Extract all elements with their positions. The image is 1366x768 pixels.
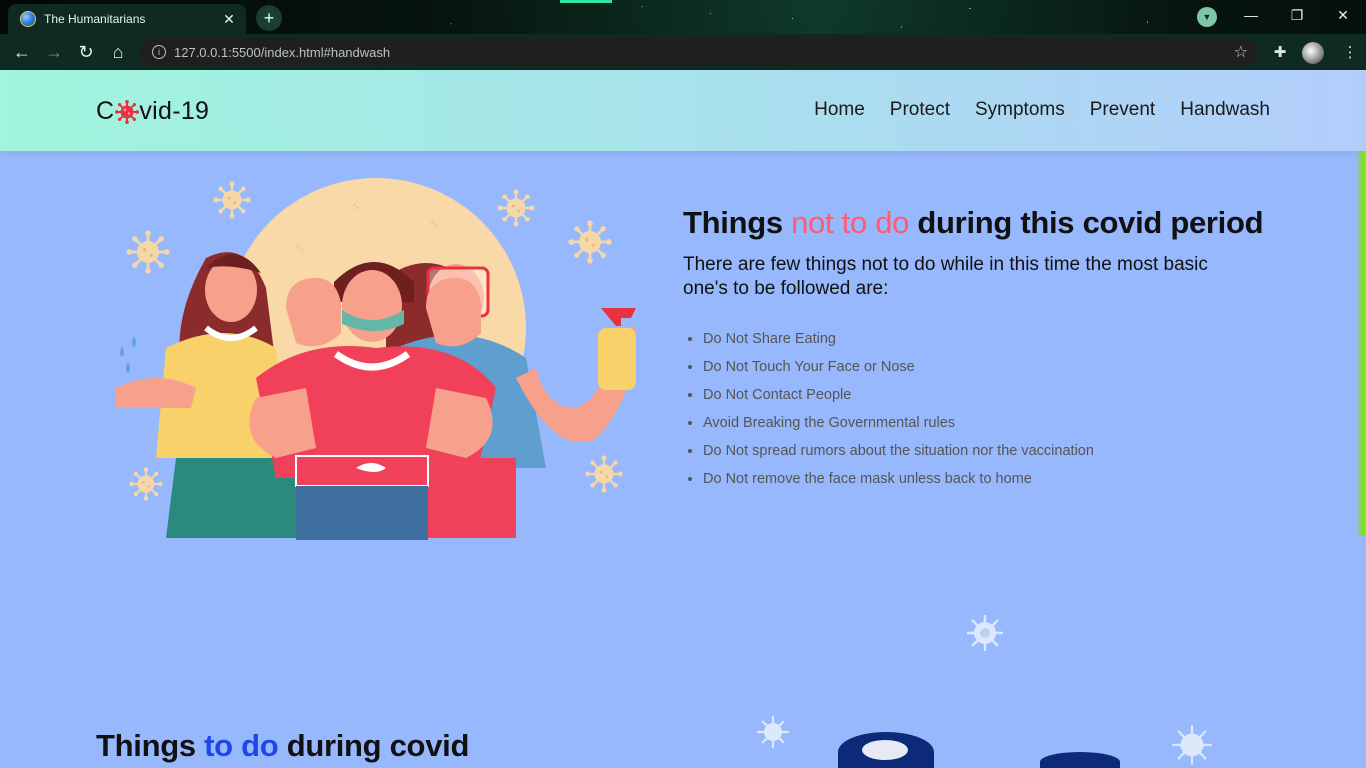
- address-bar[interactable]: i 127.0.0.1:5500/index.html#handwash ☆: [140, 38, 1258, 66]
- site-logo[interactable]: C vid-19: [96, 97, 209, 126]
- virus-logo-icon: [115, 99, 140, 124]
- list-item: Do Not spread rumors about the situation…: [703, 437, 1283, 465]
- new-tab-button[interactable]: +: [256, 5, 282, 31]
- virus-decoration-icon: [757, 716, 789, 748]
- browser-tab[interactable]: The Humanitarians ✕: [8, 4, 246, 34]
- nav-link-handwash[interactable]: Handwash: [1180, 99, 1270, 121]
- title-highlight: not to do: [791, 205, 910, 240]
- next-illustration-cap: [862, 740, 908, 760]
- main-nav: Home Protect Symptoms Prevent Handwash: [789, 99, 1270, 121]
- menu-icon[interactable]: ⋮: [1340, 42, 1360, 62]
- forward-arrow-icon[interactable]: →: [42, 40, 66, 64]
- title-start: Things: [96, 728, 205, 763]
- virus-decoration-icon: [967, 615, 1003, 651]
- list-item: Do Not Contact People: [703, 381, 1283, 409]
- title-start: Things: [683, 205, 792, 240]
- next-illustration-head: [1040, 752, 1120, 768]
- nav-link-protect[interactable]: Protect: [890, 99, 950, 121]
- window-close-button[interactable]: ✕: [1320, 0, 1366, 30]
- to-do-section-title: Things to do during covid: [96, 728, 469, 764]
- nav-link-prevent[interactable]: Prevent: [1090, 99, 1155, 121]
- puzzle-icon[interactable]: ✚: [1270, 42, 1290, 62]
- list-item: Do Not Share Eating: [703, 325, 1283, 353]
- profile-avatar[interactable]: [1302, 42, 1324, 64]
- list-item: Do Not remove the face mask unless back …: [703, 465, 1283, 493]
- tabstrip-accent: [560, 0, 612, 3]
- site-header: C vid-19 Home Protect Symptoms Prevent H…: [0, 70, 1366, 151]
- nav-link-home[interactable]: Home: [814, 99, 865, 121]
- people-protection-illustration: [116, 178, 636, 540]
- list-item: Do Not Touch Your Face or Nose: [703, 353, 1283, 381]
- section-lead: There are few things not to do while in …: [683, 254, 1208, 299]
- tab-title: The Humanitarians: [44, 12, 146, 26]
- logo-text-start: C: [96, 97, 115, 125]
- nav-link-symptoms[interactable]: Symptoms: [975, 99, 1065, 121]
- minimize-button[interactable]: ―: [1228, 0, 1274, 30]
- browser-toolbar: ← → ↻ ⌂ i 127.0.0.1:5500/index.html#hand…: [0, 34, 1366, 70]
- url-text: 127.0.0.1:5500/index.html#handwash: [174, 44, 391, 60]
- title-end: during covid: [278, 728, 470, 763]
- home-icon[interactable]: ⌂: [106, 40, 130, 64]
- title-end: during this covid period: [909, 205, 1264, 240]
- download-icon[interactable]: ▼: [1197, 7, 1217, 27]
- info-icon[interactable]: i: [152, 45, 166, 59]
- bookmark-star-icon[interactable]: ☆: [1234, 42, 1248, 62]
- title-highlight: to do: [204, 728, 279, 763]
- not-to-do-section: Things not to do during this covid perio…: [683, 205, 1283, 493]
- restore-button[interactable]: ❐: [1274, 0, 1320, 30]
- reload-icon[interactable]: ↻: [74, 40, 98, 64]
- section-title: Things not to do during this covid perio…: [683, 205, 1283, 241]
- virus-decoration-icon: [1172, 725, 1212, 765]
- back-arrow-icon[interactable]: ←: [10, 40, 34, 64]
- list-item: Avoid Breaking the Governmental rules: [703, 409, 1283, 437]
- close-icon[interactable]: ✕: [218, 8, 240, 30]
- globe-icon: [20, 11, 36, 27]
- browser-tabstrip: The Humanitarians ✕ + ▼ ― ❐ ✕: [0, 0, 1366, 34]
- scrollbar-accent[interactable]: [1356, 151, 1366, 536]
- logo-text-end: vid-19: [139, 97, 210, 125]
- not-to-do-list: Do Not Share Eating Do Not Touch Your Fa…: [683, 325, 1283, 493]
